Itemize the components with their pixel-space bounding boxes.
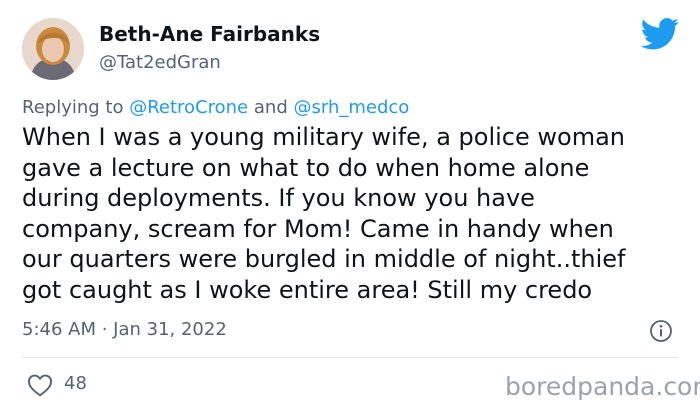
like-count: 48 — [64, 373, 87, 394]
reply-context: Replying to @RetroCrone and @srh_medco — [22, 97, 409, 118]
author-name[interactable]: Beth-Ane Fairbanks — [99, 22, 320, 46]
avatar[interactable] — [22, 18, 84, 80]
watermark: boredpanda.com — [505, 372, 700, 401]
tweet-card: Beth-Ane Fairbanks @Tat2edGran Replying … — [0, 0, 700, 411]
twitter-bird-icon[interactable] — [640, 18, 680, 50]
tweet-text-line: gave a lecture on what to do when home a… — [22, 153, 590, 182]
divider — [22, 357, 678, 358]
tweet-timestamp[interactable]: 5:46 AM · Jan 31, 2022 — [22, 319, 227, 340]
tweet-text-line: When I was a young military wife, a poli… — [22, 123, 625, 151]
mention-retrocrone[interactable]: @RetroCrone — [129, 97, 248, 118]
tweet-text-line: our quarters were burgled in middle of n… — [22, 245, 626, 274]
mention-srh-medco[interactable]: @srh_medco — [293, 97, 409, 118]
info-icon[interactable] — [649, 319, 673, 343]
tweet-text-line: got caught as I woke entire area! Still … — [22, 275, 593, 304]
heart-icon[interactable] — [27, 373, 53, 397]
reply-prefix: Replying to — [22, 97, 124, 118]
tweet-text-line: during deployments. If you know you have — [22, 184, 535, 213]
tweet-text-line: company, scream for Mom! Came in handy w… — [22, 214, 614, 243]
tweet-text: When I was a young military wife, a poli… — [22, 122, 690, 306]
avatar-image — [22, 18, 84, 80]
reply-conjunction: and — [253, 97, 288, 118]
author-handle[interactable]: @Tat2edGran — [99, 52, 221, 73]
